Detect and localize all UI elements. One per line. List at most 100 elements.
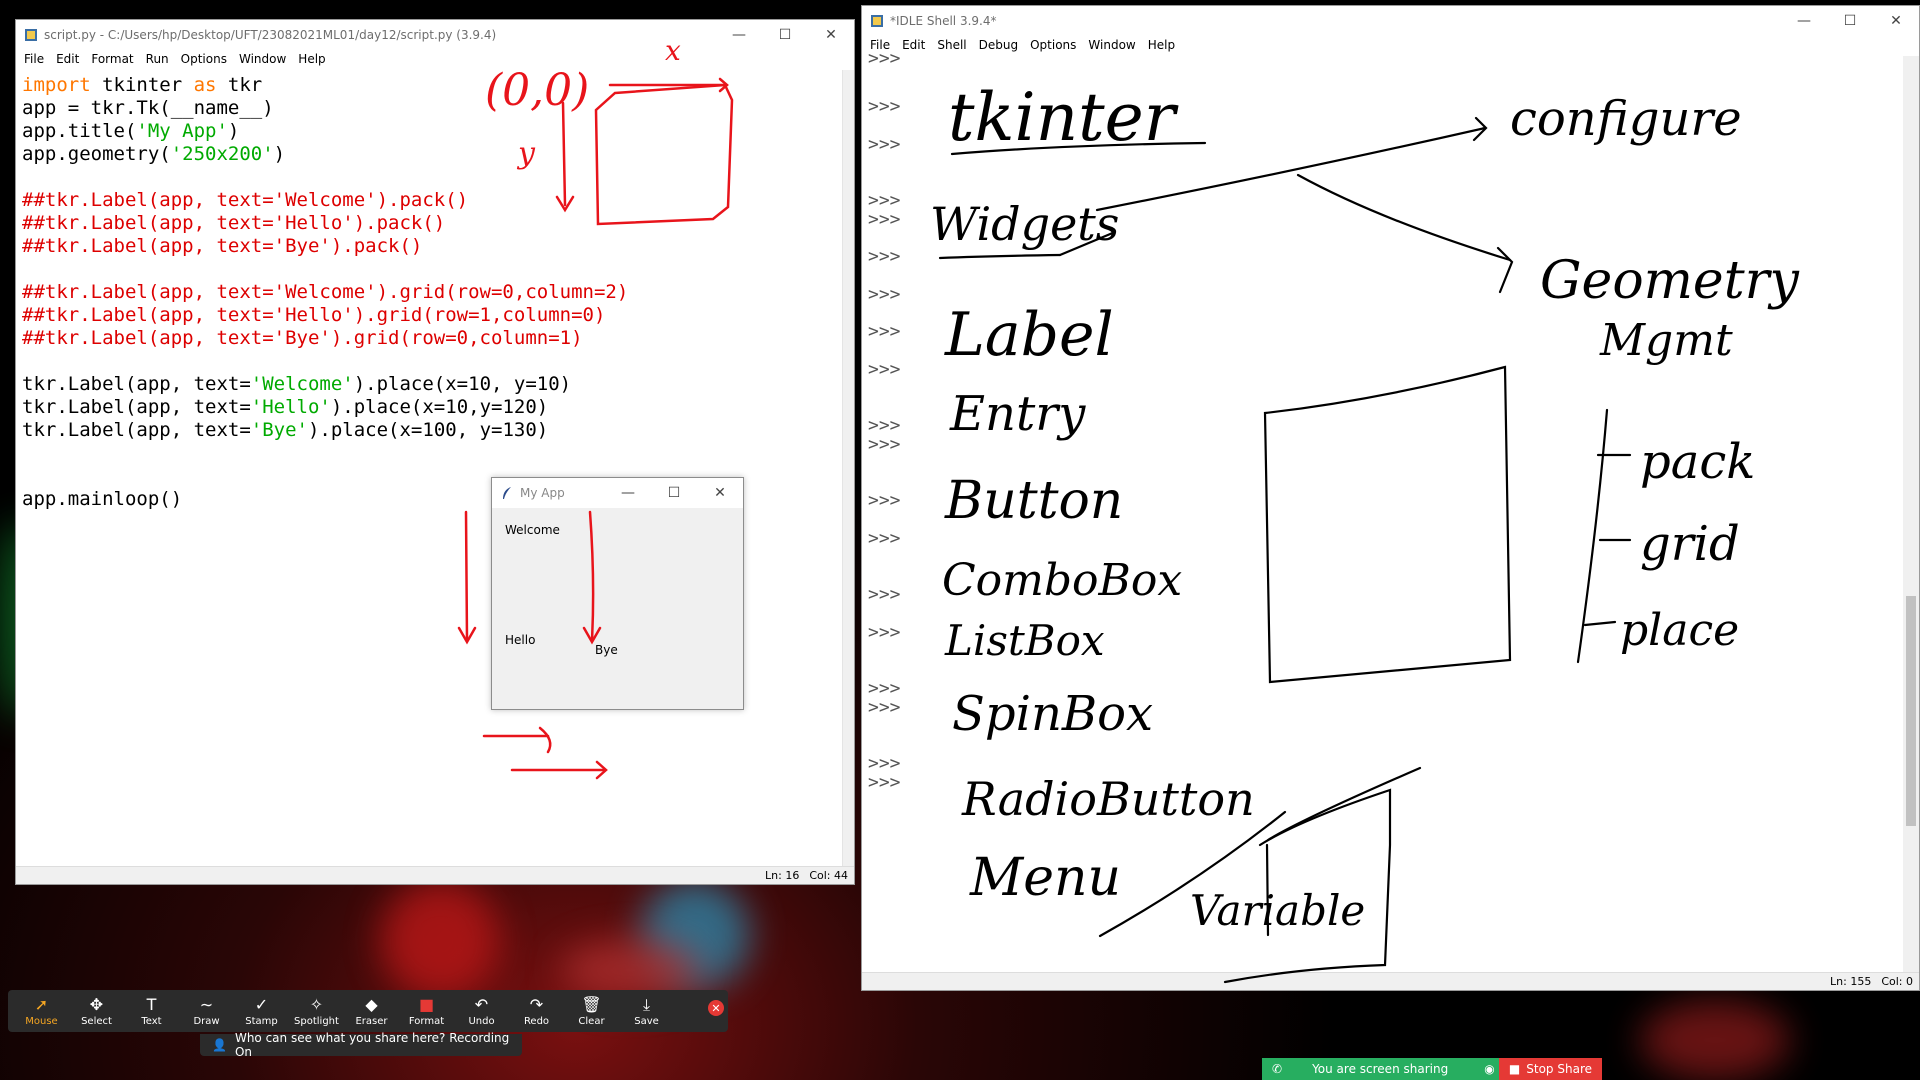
shield-icon: ◉ [1484,1062,1495,1076]
code-token: import [22,74,91,96]
annotation-toolbar: ➚ Mouse ✥ Select T Text ∼ Draw ✓ Stamp ✧ Spotlight ◆… [8,990,728,1032]
code-token: ##tkr.Label(app, text='Welcome').grid(ro… [22,281,629,303]
editor-titlebar[interactable]: script.py - C:/Users/hp/Desktop/UFT/2308… [16,20,854,50]
share-status: You are screen sharing [1312,1062,1449,1076]
menu-file[interactable]: File [20,50,52,70]
shell-prompt: >>> [868,772,901,793]
code-line[interactable] [22,258,842,281]
code-token: ) [273,143,286,165]
menu-help[interactable]: Help [1144,36,1183,56]
myapp-title: My App [520,486,565,500]
menu-edit[interactable]: Edit [898,36,933,56]
close-icon[interactable]: ✕ [808,20,854,50]
code-line[interactable]: app = tkr.Tk(__name__) [22,97,842,120]
undo-icon: ↶ [474,994,489,1014]
code-token: ) [227,120,240,142]
tool-redo[interactable]: ↷ Redo [509,990,564,1032]
stop-share-button[interactable]: ■ Stop Share [1498,1058,1602,1080]
close-icon[interactable]: ✕ [1873,6,1919,36]
shell-scrollbar[interactable] [1903,56,1919,972]
tool-eraser[interactable]: ◆ Eraser [344,990,399,1032]
myapp-titlebar[interactable]: My App — ☐ ✕ [492,478,743,508]
code-line[interactable]: import tkinter as tkr [22,74,842,97]
shell-menubar: File Edit Shell Debug Options Window Hel… [862,36,1919,56]
editor-statusbar: Ln: 16 Col: 44 [16,866,854,884]
code-token: tkr.Label(app, text= [22,373,251,395]
code-line[interactable]: tkr.Label(app, text='Bye').place(x=100, … [22,419,842,442]
format-icon: ■ [418,994,435,1014]
menu-help[interactable]: Help [294,50,333,70]
code-line[interactable]: ##tkr.Label(app, text='Welcome').grid(ro… [22,281,842,304]
minimize-icon[interactable]: — [716,20,762,50]
shell-output[interactable]: >>> >>> >>> >>> >>> >>> >>> >>> >>> >>> >>> >>> >>> >… [862,48,1903,972]
menu-edit[interactable]: Edit [52,50,87,70]
maximize-icon[interactable]: ☐ [651,478,697,508]
tool-label: Select [81,1015,112,1027]
code-line[interactable]: app.geometry('250x200') [22,143,842,166]
minimize-icon[interactable]: — [1781,6,1827,36]
tool-text[interactable]: T Text [124,990,179,1032]
code-token: ##tkr.Label(app, text='Bye').grid(row=0,… [22,327,583,349]
tool-save[interactable]: ⤓ Save [619,990,674,1032]
maximize-icon[interactable]: ☐ [1827,6,1873,36]
line-indicator: Ln: 16 [765,869,800,882]
code-line[interactable]: ##tkr.Label(app, text='Bye').grid(row=0,… [22,327,842,350]
shell-prompt: >>> [868,190,901,211]
code-line[interactable]: ##tkr.Label(app, text='Welcome').pack() [22,189,842,212]
tool-stamp[interactable]: ✓ Stamp [234,990,289,1032]
code-token: app.mainloop() [22,488,183,510]
menu-format[interactable]: Format [87,50,141,70]
code-line[interactable]: ##tkr.Label(app, text='Hello').grid(row=… [22,304,842,327]
shell-prompt: >>> [868,753,901,774]
code-line[interactable]: ##tkr.Label(app, text='Hello').pack() [22,212,842,235]
scroll-thumb[interactable] [1906,596,1916,826]
tool-undo[interactable]: ↶ Undo [454,990,509,1032]
code-line[interactable]: tkr.Label(app, text='Hello').place(x=10,… [22,396,842,419]
tool-select[interactable]: ✥ Select [69,990,124,1032]
shell-title: *IDLE Shell 3.9.4* [890,14,997,28]
minimize-icon[interactable]: — [605,478,651,508]
idle-icon [871,15,883,27]
code-line[interactable]: tkr.Label(app, text='Welcome').place(x=1… [22,373,842,396]
editor-window: script.py - C:/Users/hp/Desktop/UFT/2308… [15,19,855,885]
menu-options[interactable]: Options [177,50,235,70]
menu-options[interactable]: Options [1026,36,1084,56]
menu-shell[interactable]: Shell [933,36,974,56]
shell-prompt: >>> [868,284,901,305]
tool-label: Text [141,1015,162,1027]
tool-clear[interactable]: 🗑 Clear [564,990,619,1032]
trash-icon: 🗑 [581,994,602,1014]
code-token: tkr [216,74,263,96]
menu-run[interactable]: Run [142,50,177,70]
recording-info[interactable]: 👤 Who can see what you share here? Recor… [200,1031,522,1059]
shell-prompt: >>> [868,622,901,643]
code-line[interactable] [22,442,842,465]
maximize-icon[interactable]: ☐ [762,20,808,50]
shell-prompt: >>> [868,321,901,342]
close-icon[interactable]: ✕ [697,478,743,508]
code-token: tkr.Label(app, text= [22,419,251,441]
menu-window[interactable]: Window [235,50,294,70]
hello-label: Hello [505,633,536,647]
code-line[interactable]: ##tkr.Label(app, text='Bye').pack() [22,235,842,258]
code-line[interactable]: app.title('My App') [22,120,842,143]
editor-scrollbar[interactable] [842,70,854,866]
menu-window[interactable]: Window [1084,36,1143,56]
shell-titlebar[interactable]: *IDLE Shell 3.9.4* — ☐ ✕ [862,6,1919,36]
tool-mouse[interactable]: ➚ Mouse [14,990,69,1032]
tool-spotlight[interactable]: ✧ Spotlight [289,990,344,1032]
shell-prompt: >>> [868,359,901,380]
tool-draw[interactable]: ∼ Draw [179,990,234,1032]
menu-debug[interactable]: Debug [975,36,1026,56]
code-token: '250x200' [170,143,274,165]
shell-prompt: >>> [868,246,901,267]
tool-label: Undo [468,1015,495,1027]
code-line[interactable] [22,166,842,189]
close-annotation-icon[interactable]: ✕ [708,1000,724,1016]
code-token: app.title( [22,120,137,142]
code-editor[interactable]: import tkinter as tkr app = tkr.Tk(__name… [16,70,842,866]
code-line[interactable] [22,350,842,373]
tool-format[interactable]: ■ Format [399,990,454,1032]
shell-prompt: >>> [868,48,901,69]
stop-icon: ■ [1508,1062,1521,1076]
